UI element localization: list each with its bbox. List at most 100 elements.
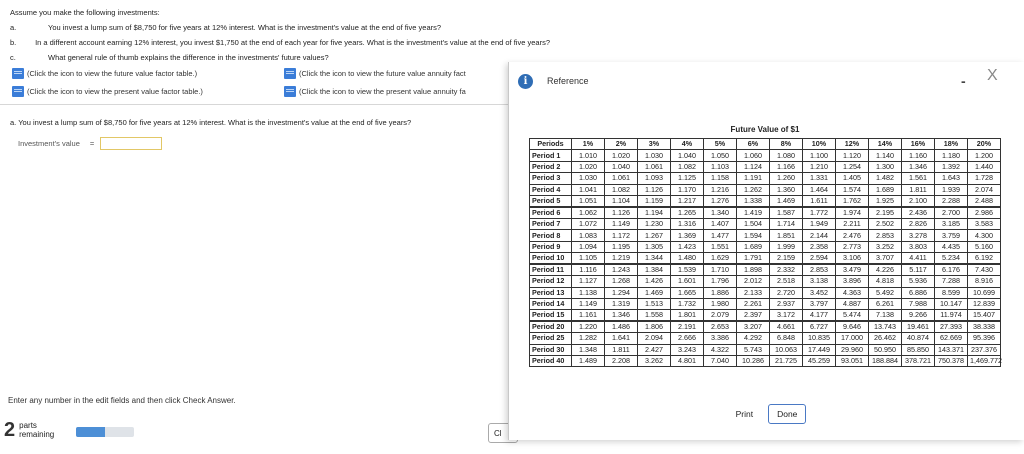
period-label: Period 30 bbox=[529, 343, 572, 357]
factor-cell: 2.476 bbox=[835, 229, 869, 242]
factor-cell: 27.393 bbox=[934, 320, 968, 334]
factor-cell: 13.743 bbox=[868, 320, 902, 334]
factor-cell: 45.259 bbox=[802, 355, 836, 368]
factor-cell: 3.172 bbox=[769, 309, 803, 322]
factor-cell: 2.288 bbox=[934, 194, 968, 208]
factor-cell: 1.083 bbox=[571, 229, 605, 242]
table-row: Period 40 1.489 2.208 3.262 4.801 7.040 10.286… bbox=[529, 355, 1002, 368]
factor-cell: 1.082 bbox=[670, 160, 704, 174]
factor-cell: 1.643 bbox=[934, 172, 968, 185]
factor-cell: 62.669 bbox=[934, 332, 968, 345]
factor-cell: 4.292 bbox=[736, 332, 770, 345]
fv-annuity-link[interactable]: (Click the icon to view the future value… bbox=[284, 67, 466, 79]
factor-cell: 1.405 bbox=[835, 172, 869, 185]
instruction-text: Enter any number in the edit fields and … bbox=[8, 396, 236, 405]
factor-cell: 1.611 bbox=[802, 194, 836, 208]
factor-cell: 1.331 bbox=[802, 172, 836, 185]
factor-cell: 1.267 bbox=[637, 229, 671, 242]
book-icon[interactable] bbox=[284, 67, 296, 79]
factor-cell: 1.140 bbox=[868, 149, 902, 162]
factor-cell: 1.030 bbox=[571, 172, 605, 185]
factor-cell: 1.791 bbox=[736, 252, 770, 265]
pv-factor-link-text[interactable]: (Click the icon to view the present valu… bbox=[27, 87, 203, 96]
factor-cell: 1.469 bbox=[769, 194, 803, 208]
minimize-button[interactable]: - bbox=[961, 74, 971, 88]
factor-cell: 3.759 bbox=[934, 229, 968, 242]
factor-cell: 1.138 bbox=[571, 286, 605, 299]
rate-header: 2% bbox=[604, 137, 638, 151]
factor-cell: 7.138 bbox=[868, 309, 902, 322]
factor-cell: 1.360 bbox=[769, 183, 803, 196]
pv-annuity-link[interactable]: (Click the icon to view the present valu… bbox=[284, 85, 466, 97]
factor-cell: 378.721 bbox=[901, 355, 935, 368]
investment-value-input[interactable] bbox=[100, 137, 163, 150]
period-label: Period 20 bbox=[529, 320, 572, 334]
factor-cell: 19.461 bbox=[901, 320, 935, 334]
factor-cell: 1.166 bbox=[769, 160, 803, 174]
factor-cell: 3.707 bbox=[868, 252, 902, 265]
factor-cell: 1.980 bbox=[703, 297, 737, 311]
factor-cell: 1.020 bbox=[604, 149, 638, 162]
pv-factor-link[interactable]: (Click the icon to view the present valu… bbox=[12, 85, 284, 97]
factor-cell: 1.200 bbox=[967, 149, 1001, 162]
factor-cell: 2.853 bbox=[802, 263, 836, 277]
book-icon[interactable] bbox=[12, 67, 24, 79]
done-button[interactable]: Done bbox=[768, 404, 807, 424]
table-row: Period 6 1.062 1.126 1.194 1.265 1.340 1.419 1.… bbox=[529, 205, 1001, 219]
factor-cell: 7.430 bbox=[967, 263, 1001, 277]
period-label: Period 1 bbox=[529, 149, 572, 162]
table-row: Period 15 1.161 1.346 1.558 1.801 2.079 2.397 3… bbox=[529, 309, 1001, 322]
rate-header: 14% bbox=[868, 137, 902, 151]
factor-cell: 1.082 bbox=[604, 183, 638, 196]
factor-cell: 1.094 bbox=[571, 240, 605, 254]
table-row: Period 10 1.105 1.219 1.344 1.480 1.629 1.791 2… bbox=[529, 252, 1001, 265]
factor-cell: 1.262 bbox=[736, 183, 770, 196]
period-label: Period 25 bbox=[529, 332, 572, 345]
factor-cell: 2.100 bbox=[901, 194, 935, 208]
reference-dialog: i Reference - X Future Value of $1 Perio… bbox=[508, 62, 1024, 440]
period-label: Period 13 bbox=[529, 286, 572, 299]
factor-cell: 1.220 bbox=[571, 320, 605, 334]
factor-cell: 2.518 bbox=[769, 275, 803, 288]
print-button[interactable]: Print bbox=[726, 404, 763, 424]
factor-cell: 1.040 bbox=[670, 149, 704, 162]
factor-cell: 40.874 bbox=[901, 332, 935, 345]
factor-cell: 10.063 bbox=[769, 343, 803, 357]
rate-header: 20% bbox=[967, 137, 1001, 151]
factor-cell: 5.160 bbox=[967, 240, 1001, 254]
divider bbox=[0, 104, 510, 105]
factor-cell: 1.300 bbox=[868, 160, 902, 174]
factor-cell: 3.583 bbox=[967, 217, 1001, 231]
fv-factor-link[interactable]: (Click the icon to view the future value… bbox=[12, 67, 284, 79]
factor-cell: 1.949 bbox=[802, 217, 836, 231]
factor-cell: 1.194 bbox=[637, 205, 671, 219]
factor-cell: 1.041 bbox=[571, 183, 605, 196]
factor-cell: 1.010 bbox=[571, 149, 605, 162]
factor-cell: 1.149 bbox=[571, 297, 605, 311]
fv-factor-link-text[interactable]: (Click the icon to view the future value… bbox=[27, 69, 197, 78]
period-label: Period 10 bbox=[529, 252, 572, 265]
factor-cell: 8.916 bbox=[967, 275, 1001, 288]
question-b: b. In a different account earning 12% in… bbox=[10, 35, 550, 50]
factor-cell: 2.332 bbox=[769, 263, 803, 277]
factor-cell: 1.796 bbox=[703, 275, 737, 288]
factor-cell: 4.300 bbox=[967, 229, 1001, 242]
factor-cell: 2.700 bbox=[934, 205, 968, 219]
factor-cell: 17.449 bbox=[802, 343, 836, 357]
book-icon[interactable] bbox=[12, 85, 24, 97]
factor-cell: 1.062 bbox=[571, 205, 605, 219]
factor-cell: 3.386 bbox=[703, 332, 737, 345]
factor-cell: 12.839 bbox=[967, 297, 1001, 311]
fv-annuity-link-text[interactable]: (Click the icon to view the future value… bbox=[299, 69, 466, 78]
factor-cell: 2.012 bbox=[736, 275, 770, 288]
factor-cell: 1.268 bbox=[604, 275, 638, 288]
parts-label: parts remaining bbox=[19, 421, 54, 439]
close-button[interactable]: X bbox=[987, 68, 998, 84]
book-icon[interactable] bbox=[284, 85, 296, 97]
factor-cell: 1.561 bbox=[901, 172, 935, 185]
rate-header: 5% bbox=[703, 137, 737, 151]
factor-cell: 2.666 bbox=[670, 332, 704, 345]
question-list: Assume you make the following investment… bbox=[10, 5, 550, 65]
factor-cell: 6.848 bbox=[769, 332, 803, 345]
pv-annuity-link-text[interactable]: (Click the icon to view the present valu… bbox=[299, 87, 466, 96]
